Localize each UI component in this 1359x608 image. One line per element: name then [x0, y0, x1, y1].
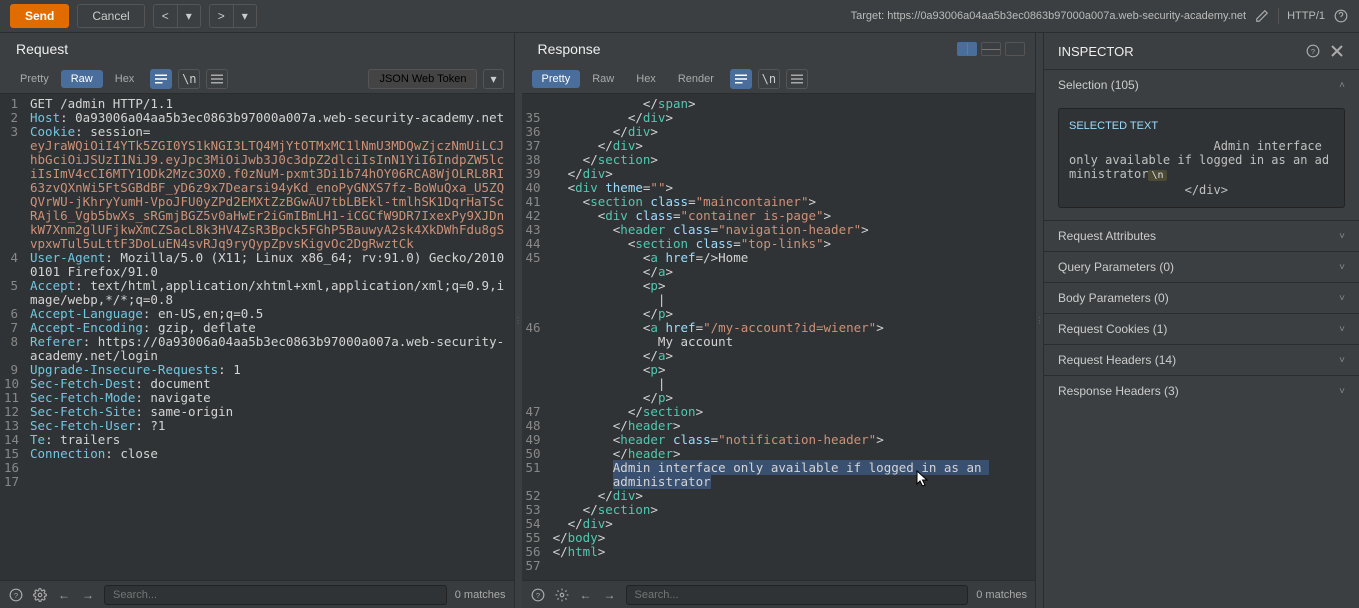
search-prev-icon[interactable]: ← [578, 587, 594, 603]
section-header[interactable]: Request Headers (14)˅ [1044, 345, 1359, 375]
tab-pretty[interactable]: Pretty [10, 70, 59, 88]
request-title: Request [0, 33, 514, 65]
gear-icon[interactable] [32, 587, 48, 603]
pencil-icon[interactable] [1254, 8, 1270, 24]
response-code[interactable]: 3536373839404142434445464748495051525354… [522, 94, 1036, 580]
layout-single-icon[interactable] [1005, 42, 1025, 56]
request-status-bar: ? ← → 0 matches [0, 580, 514, 608]
jwt-button[interactable]: JSON Web Token [368, 69, 477, 89]
help-icon[interactable]: ? [530, 587, 546, 603]
search-prev-icon[interactable]: ← [56, 587, 72, 603]
layout-switch [957, 33, 1035, 65]
tab-hex[interactable]: Hex [626, 70, 666, 88]
tab-render[interactable]: Render [668, 70, 724, 88]
history-back-group: < ▾ [153, 4, 201, 28]
chevron-down-icon: ˅ [1339, 386, 1345, 397]
selected-text-label: SELECTED TEXT [1069, 119, 1334, 133]
request-code[interactable]: 1234567891011121314151617 GET /admin HTT… [0, 94, 514, 580]
chevron-down-icon: ˅ [1339, 262, 1345, 273]
cancel-button[interactable]: Cancel [77, 4, 144, 28]
section-header[interactable]: Request Attributes˅ [1044, 221, 1359, 251]
response-panel: Response Pretty Raw Hex Render \n 353637… [522, 33, 1037, 608]
layout-stack-icon[interactable] [981, 42, 1001, 56]
tab-pretty[interactable]: Pretty [532, 70, 581, 88]
wrap-toggle-icon[interactable] [730, 69, 752, 89]
response-search-input[interactable] [626, 585, 969, 605]
search-next-icon[interactable]: → [602, 587, 618, 603]
section-header[interactable]: Response Headers (3)˅ [1044, 376, 1359, 406]
svg-text:?: ? [14, 590, 18, 599]
help-icon[interactable] [1333, 8, 1349, 24]
chevron-down-icon: ˅ [1339, 293, 1345, 304]
wrap-toggle-icon[interactable] [150, 69, 172, 89]
request-panel: Request Pretty Raw Hex \n JSON Web Token… [0, 33, 515, 608]
history-back-dropdown[interactable]: ▾ [177, 4, 201, 28]
response-status-bar: ? ← → 0 matches [522, 580, 1036, 608]
inspector-title: INSPECTOR [1058, 44, 1297, 59]
request-search-input[interactable] [104, 585, 447, 605]
response-match-count: 0 matches [976, 589, 1027, 601]
svg-text:?: ? [535, 590, 539, 599]
history-fwd-button[interactable]: > [209, 4, 233, 28]
gear-icon[interactable] [554, 587, 570, 603]
search-next-icon[interactable]: → [80, 587, 96, 603]
inspector-section: Request Cookies (1)˅ [1044, 313, 1359, 344]
response-tabbar: Pretty Raw Hex Render \n [522, 65, 1036, 94]
tab-hex[interactable]: Hex [105, 70, 145, 88]
panel-divider[interactable] [515, 33, 522, 608]
chevron-down-icon: ˅ [1339, 231, 1345, 242]
chevron-down-icon: ˅ [1339, 355, 1345, 366]
hamburger-icon[interactable] [786, 69, 808, 89]
inspector-section-selection: Selection (105)˄ SELECTED TEXT Admin int… [1044, 69, 1359, 220]
target-label: Target: https://0a93006a04aa5b3ec0863b97… [851, 10, 1246, 22]
help-icon[interactable]: ? [1305, 43, 1321, 59]
history-fwd-dropdown[interactable]: ▾ [233, 4, 257, 28]
inspector-panel: INSPECTOR ? Selection (105)˄ SELECTED TE… [1043, 33, 1359, 608]
dropdown-icon[interactable]: ▾ [483, 69, 503, 89]
tab-raw[interactable]: Raw [582, 70, 624, 88]
inspector-section: Request Headers (14)˅ [1044, 344, 1359, 375]
http-version-label[interactable]: HTTP/1 [1287, 10, 1325, 22]
selected-text-box: SELECTED TEXT Admin interface only avail… [1058, 108, 1345, 208]
inspector-section: Query Parameters (0)˅ [1044, 251, 1359, 282]
hamburger-icon[interactable] [206, 69, 228, 89]
top-toolbar: Send Cancel < ▾ > ▾ Target: https://0a93… [0, 0, 1359, 33]
section-header-selection[interactable]: Selection (105)˄ [1044, 70, 1359, 100]
inspector-divider[interactable] [1036, 33, 1043, 608]
selected-text-value[interactable]: Admin interface only available if logged… [1069, 139, 1334, 197]
request-match-count: 0 matches [455, 589, 506, 601]
section-header[interactable]: Request Cookies (1)˅ [1044, 314, 1359, 344]
inspector-section: Body Parameters (0)˅ [1044, 282, 1359, 313]
layout-split-icon[interactable] [957, 42, 977, 56]
tab-raw[interactable]: Raw [61, 70, 103, 88]
history-back-button[interactable]: < [153, 4, 177, 28]
newline-toggle-icon[interactable]: \n [758, 69, 780, 89]
send-button[interactable]: Send [10, 4, 69, 28]
close-icon[interactable] [1329, 43, 1345, 59]
section-header[interactable]: Query Parameters (0)˅ [1044, 252, 1359, 282]
newline-toggle-icon[interactable]: \n [178, 69, 200, 89]
help-icon[interactable]: ? [8, 587, 24, 603]
history-fwd-group: > ▾ [209, 4, 257, 28]
inspector-section: Response Headers (3)˅ [1044, 375, 1359, 406]
chevron-down-icon: ˅ [1339, 324, 1345, 335]
inspector-section: Request Attributes˅ [1044, 220, 1359, 251]
section-header[interactable]: Body Parameters (0)˅ [1044, 283, 1359, 313]
response-title: Response [522, 33, 958, 65]
svg-text:?: ? [1311, 47, 1315, 56]
chevron-up-icon: ˄ [1339, 80, 1345, 91]
request-tabbar: Pretty Raw Hex \n JSON Web Token ▾ [0, 65, 514, 94]
